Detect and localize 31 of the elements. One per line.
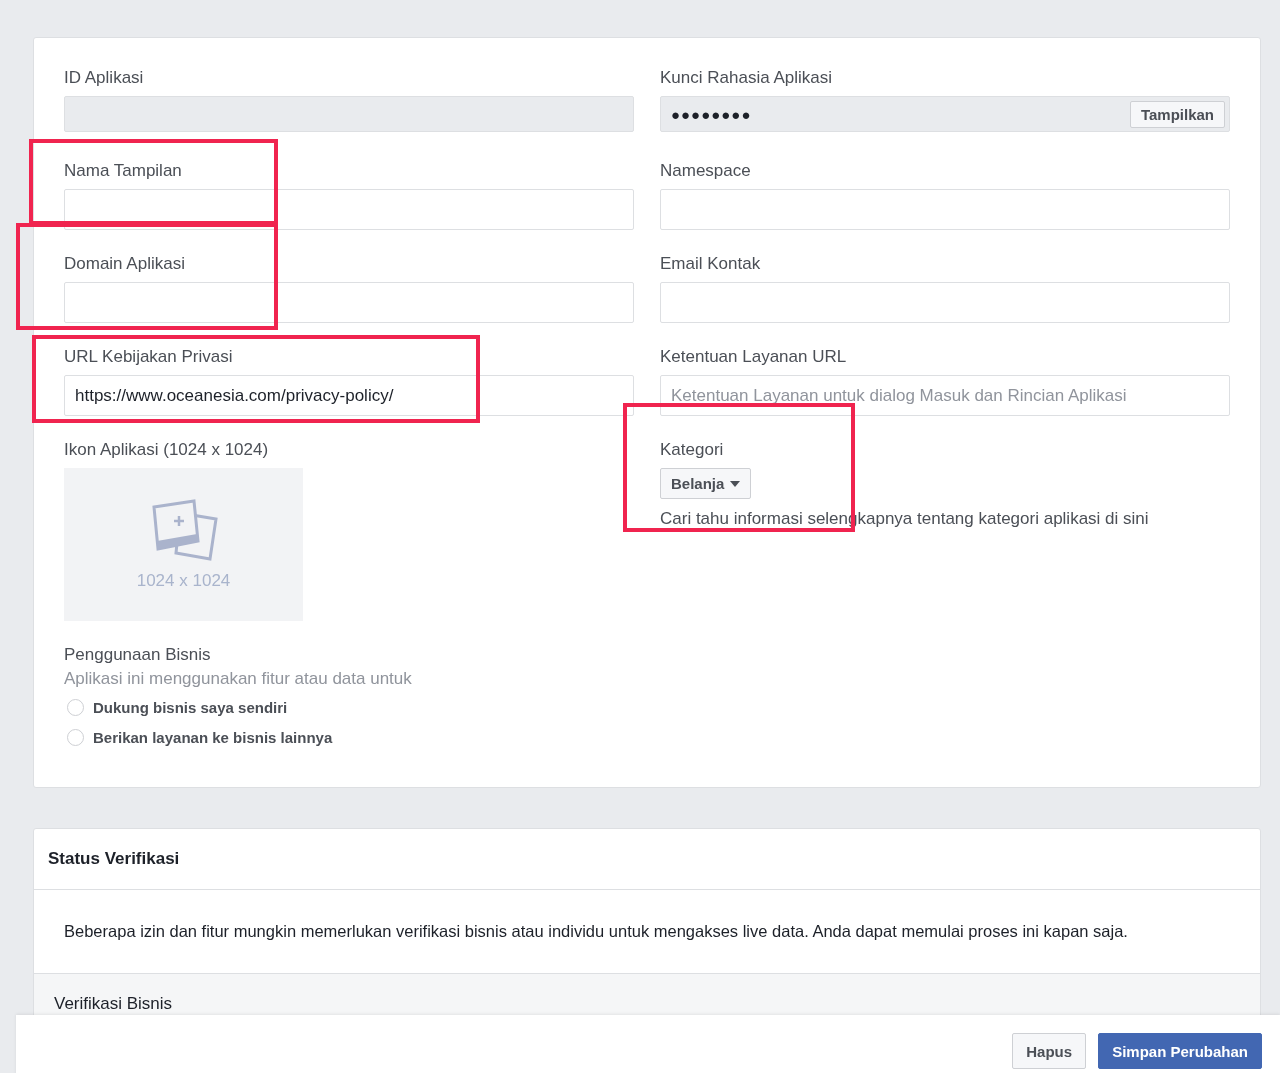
save-button[interactable]: Simpan Perubahan [1098, 1033, 1262, 1069]
size-hint: 1024 x 1024 [136, 570, 231, 591]
show-button[interactable]: Tampilkan [1129, 100, 1225, 128]
field-label: Penggunaan Bisnis [64, 645, 212, 665]
caret-icon [730, 480, 741, 487]
input-field[interactable] [64, 282, 634, 323]
field-label: Domain Aplikasi [64, 254, 186, 274]
field-label: Nama Tampilan [64, 161, 183, 181]
radio-option[interactable]: Dukung bisnis saya sendiri [67, 699, 634, 716]
field-label: Ketentuan Layanan URL [660, 347, 848, 367]
field-label: Kategori [660, 440, 725, 460]
add-photo-icon [149, 498, 218, 561]
input-field[interactable] [64, 189, 634, 230]
field-label: ID Aplikasi [64, 68, 145, 88]
radio-option[interactable]: Berikan layanan ke bisnis lainnya [67, 729, 634, 746]
radio-icon[interactable] [67, 729, 84, 746]
field-description: Aplikasi ini menggunakan fitur atau data untuk [64, 669, 413, 689]
input-field[interactable]: https://www.oceanesia.com/privacy-policy/ [64, 375, 634, 416]
field-label: Namespace [660, 161, 752, 181]
category-dropdown[interactable]: Belanja [660, 468, 752, 499]
input-field[interactable] [660, 189, 1230, 230]
masked-secret: ●●●●●●●● [671, 105, 753, 123]
section-title: Status Verifikasi [34, 829, 1260, 890]
radio-icon[interactable] [67, 699, 84, 716]
field-label: Ikon Aplikasi (1024 x 1024) [64, 440, 270, 460]
field-label: URL Kebijakan Privasi [64, 347, 234, 367]
field-label: Email Kontak [660, 254, 762, 274]
field-label: Kunci Rahasia Aplikasi [660, 68, 833, 88]
input-field[interactable]: Ketentuan Layanan untuk dialog Masuk dan Rincian Aplikasi [660, 375, 1230, 416]
delete-button[interactable]: Hapus [1012, 1033, 1087, 1069]
input-field[interactable] [660, 282, 1230, 323]
